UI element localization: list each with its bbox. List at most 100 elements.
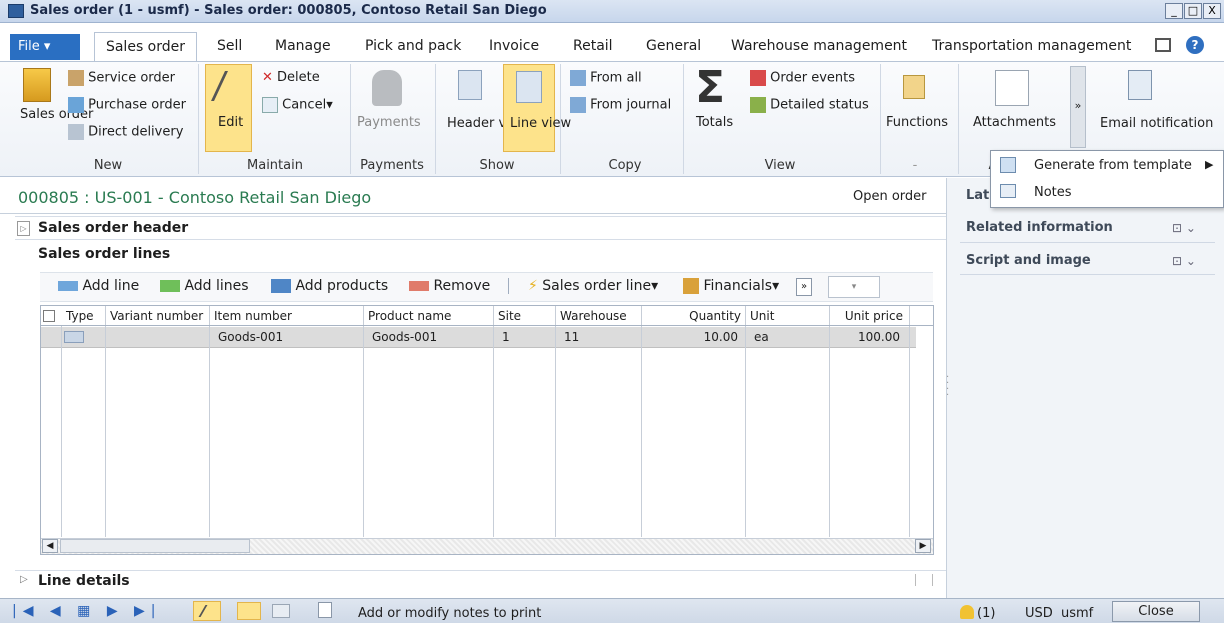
- tab-warehouse-management[interactable]: Warehouse management: [731, 32, 907, 60]
- column-header-unit[interactable]: Unit: [746, 306, 830, 326]
- delete-button[interactable]: ✕ Delete: [262, 70, 320, 85]
- copy-from-journal-button[interactable]: From journal: [570, 97, 671, 113]
- column-header-quantity[interactable]: Quantity: [642, 306, 746, 326]
- chevron-down-icon[interactable]: ⊡ ⌄: [1172, 254, 1196, 268]
- generate-from-template-item[interactable]: Generate from template: [1034, 158, 1192, 173]
- header-view-button[interactable]: Header view: [447, 115, 528, 133]
- totals-button[interactable]: Totals: [696, 115, 733, 130]
- cell-unit-price[interactable]: 100.00: [830, 327, 906, 347]
- notes-item[interactable]: Notes: [1034, 185, 1072, 200]
- cell-unit[interactable]: ea: [750, 327, 830, 347]
- column-header-product-name[interactable]: Product name: [364, 306, 494, 326]
- close-button[interactable]: Close: [1112, 601, 1200, 622]
- resize-handle[interactable]: [915, 574, 933, 586]
- add-line-button[interactable]: Add line: [58, 278, 139, 294]
- cell-warehouse[interactable]: 11: [560, 327, 642, 347]
- remove-button[interactable]: Remove: [409, 278, 490, 294]
- factbox-related-information[interactable]: Related information: [966, 220, 1113, 235]
- payments-button[interactable]: Payments: [357, 115, 421, 130]
- add-products-button[interactable]: Add products: [271, 278, 388, 294]
- copy-from-all-button[interactable]: From all: [570, 70, 642, 86]
- column-header-site[interactable]: Site: [494, 306, 556, 326]
- tab-transportation-management[interactable]: Transportation management: [932, 32, 1131, 60]
- ribbon-overflow-button[interactable]: »: [1070, 66, 1086, 148]
- factbox-latest[interactable]: Lat: [966, 188, 989, 203]
- sales-order-line-menu[interactable]: ⚡ Sales order line▾: [528, 278, 658, 294]
- edit-mode-button[interactable]: [193, 601, 221, 621]
- tab-sales-order[interactable]: Sales order: [94, 32, 197, 62]
- edit-button[interactable]: Edit: [205, 64, 252, 152]
- tab-general[interactable]: General: [646, 32, 701, 60]
- factbox-pane: [946, 178, 1224, 598]
- column-header-unit-price[interactable]: Unit price: [830, 306, 910, 326]
- tab-invoice[interactable]: Invoice: [489, 32, 539, 60]
- alerts-count[interactable]: (1): [977, 606, 995, 621]
- column-header-variant-number[interactable]: Variant number: [106, 306, 210, 326]
- copy-icon: [570, 70, 586, 86]
- tab-retail[interactable]: Retail: [573, 32, 613, 60]
- tab-sell[interactable]: Sell: [217, 32, 242, 60]
- purchase-order-icon: [68, 97, 84, 113]
- currency-indicator[interactable]: USD: [1025, 606, 1053, 621]
- expand-icon[interactable]: ▷: [20, 574, 28, 585]
- line-details-label[interactable]: Line details: [38, 573, 130, 589]
- order-events-button[interactable]: Order events: [750, 70, 855, 86]
- expand-icon[interactable]: ▷: [17, 221, 30, 236]
- cell-site[interactable]: 1: [498, 327, 556, 347]
- chevron-down-icon[interactable]: ⊡ ⌄: [1172, 221, 1196, 235]
- functions-icon: [903, 75, 925, 99]
- factbox-script-and-image[interactable]: Script and image: [966, 253, 1091, 268]
- scroll-left-icon[interactable]: ◀: [42, 539, 58, 553]
- column-header-type[interactable]: Type: [62, 306, 106, 326]
- totals-sigma-icon: Σ: [695, 62, 726, 113]
- tab-manage[interactable]: Manage: [275, 32, 331, 60]
- bell-icon[interactable]: [960, 605, 974, 619]
- notes-icon: [1000, 184, 1016, 198]
- column-selector-dropdown[interactable]: ▾: [828, 276, 880, 298]
- service-order-button[interactable]: Service order: [68, 70, 175, 86]
- functions-button[interactable]: Functions: [886, 115, 948, 130]
- detailed-status-button[interactable]: Detailed status: [750, 97, 869, 113]
- cell-product-name[interactable]: Goods-001: [368, 327, 494, 347]
- column-header-warehouse[interactable]: Warehouse: [556, 306, 642, 326]
- company-indicator[interactable]: usmf: [1061, 606, 1093, 621]
- tab-pick-and-pack[interactable]: Pick and pack: [365, 32, 461, 60]
- column-header-item-number[interactable]: Item number: [210, 306, 364, 326]
- line-view-icon: [516, 71, 542, 103]
- file-tab[interactable]: File ▾: [10, 34, 80, 60]
- record-navigation[interactable]: |◀ ◀ ▦ ▶ ▶|: [12, 603, 162, 619]
- email-notification-button[interactable]: Email notification: [1100, 115, 1213, 133]
- maximize-button[interactable]: □: [1184, 3, 1202, 19]
- form-view-button[interactable]: [272, 604, 290, 618]
- layout-icon[interactable]: [1155, 38, 1171, 52]
- cancel-button[interactable]: Cancel▾: [262, 97, 333, 113]
- purchase-order-button[interactable]: Purchase order: [68, 97, 186, 113]
- splitter-handle[interactable]: · · · ·: [946, 373, 949, 401]
- attachments-button[interactable]: Attachments: [973, 115, 1056, 130]
- line-details-section[interactable]: [15, 570, 946, 592]
- financials-icon: [683, 278, 699, 294]
- help-icon[interactable]: ?: [1186, 36, 1204, 54]
- add-products-icon: [271, 279, 291, 293]
- group-label-maintain: Maintain: [247, 158, 303, 173]
- line-view-button[interactable]: Line view: [503, 64, 571, 152]
- cell-item-number[interactable]: Goods-001: [214, 327, 364, 347]
- grid-view-button[interactable]: [237, 602, 261, 620]
- select-all-checkbox[interactable]: [43, 310, 55, 322]
- scrollbar-thumb[interactable]: [60, 539, 250, 553]
- sales-order-button[interactable]: Sales order: [20, 107, 93, 123]
- notes-print-icon[interactable]: [318, 602, 332, 618]
- cell-variant-number[interactable]: [106, 327, 210, 347]
- divider: [105, 326, 106, 537]
- direct-delivery-button[interactable]: Direct delivery: [68, 124, 183, 140]
- financials-menu[interactable]: Financials▾: [683, 278, 779, 294]
- minimize-button[interactable]: _: [1165, 3, 1183, 19]
- scroll-right-icon[interactable]: ▶: [915, 539, 931, 553]
- sales-order-header-label[interactable]: Sales order header: [38, 220, 188, 236]
- add-lines-button[interactable]: Add lines: [160, 278, 249, 294]
- close-window-button[interactable]: X: [1203, 3, 1221, 19]
- detailed-status-icon: [750, 97, 766, 113]
- email-icon: [1128, 70, 1152, 100]
- more-tools-button[interactable]: »: [796, 278, 812, 296]
- cell-quantity[interactable]: 10.00: [642, 327, 742, 347]
